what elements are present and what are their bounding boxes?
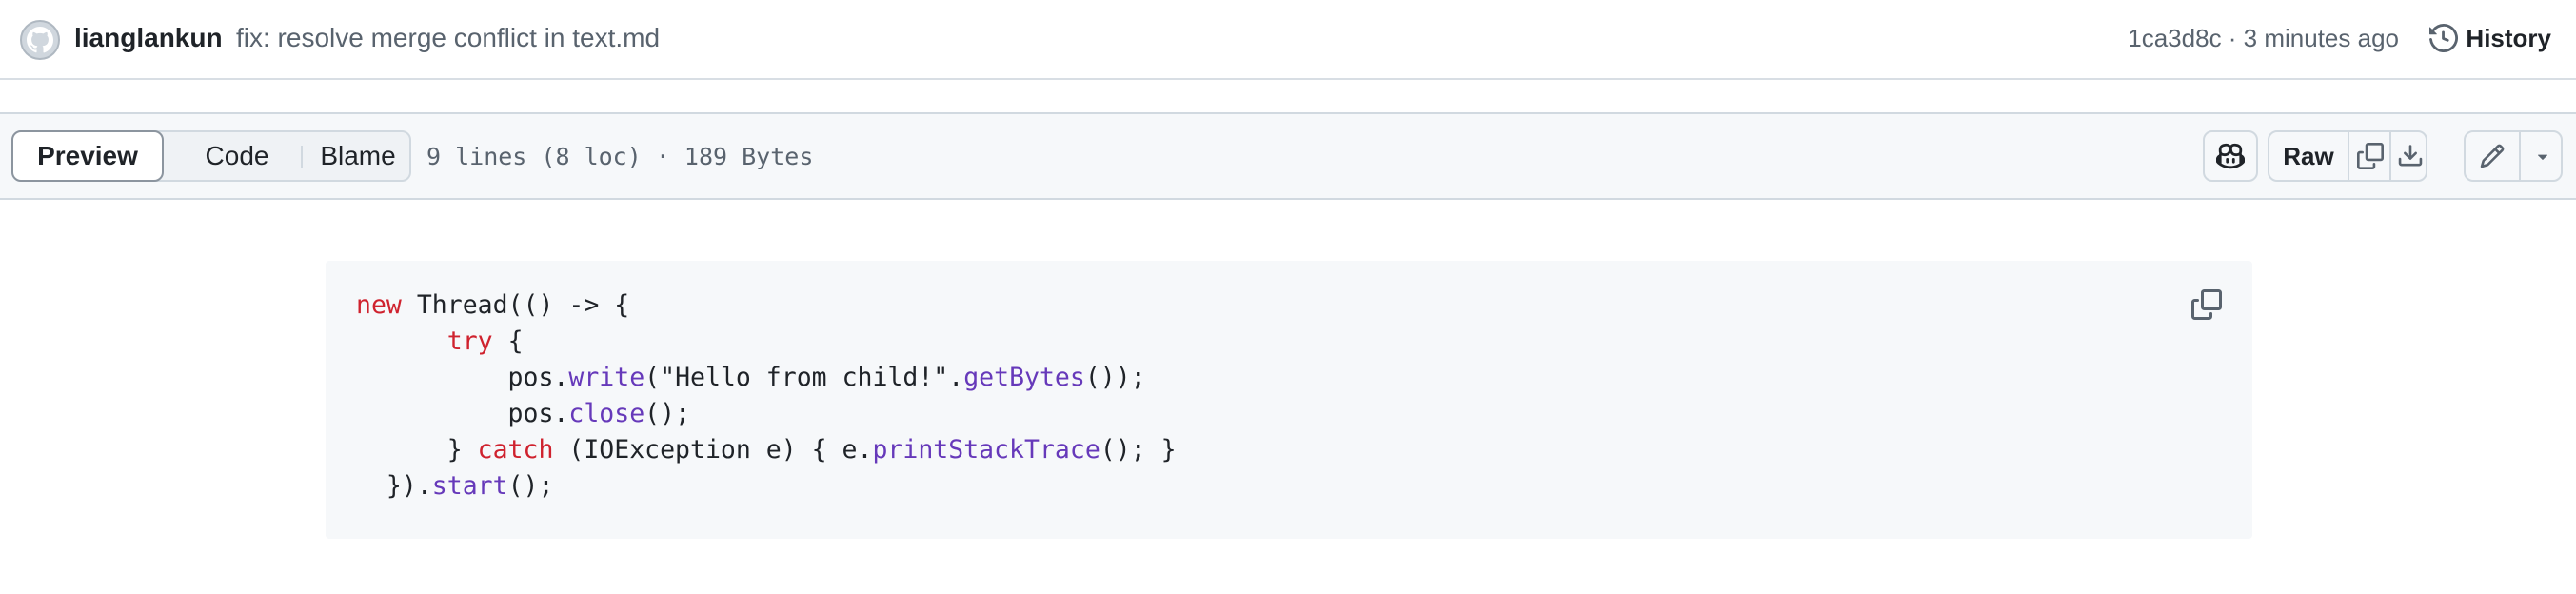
code-line: }).start(); [356,468,1177,505]
tab-preview[interactable]: Preview [11,130,164,182]
commit-author[interactable]: lianglankun [74,21,223,55]
code-text: }). [356,471,432,501]
download-raw-button[interactable] [2389,132,2429,180]
copy-icon [2357,143,2384,169]
code-line: pos.close(); [356,396,1177,432]
copy-code-button[interactable] [2188,286,2226,324]
view-mode-segmented-control: Preview Code Blame [11,130,411,182]
code-keyword: catch [477,435,554,465]
edit-button-group [2464,130,2563,182]
code-line: pos.write("Hello from child!".getBytes()… [356,360,1177,396]
code-content: new Thread(() -> { try { pos.write("Hell… [356,287,1177,505]
code-keyword: new [356,290,402,320]
code-line: new Thread(() -> { [356,287,1177,324]
code-text: (IOException e) { e. [553,435,873,465]
file-info: 9 lines (8 loc) · 189 Bytes [426,143,814,170]
download-icon [2398,145,2423,167]
code-text: (); [644,399,691,428]
code-text: pos. [356,399,569,428]
code-function: close [568,399,645,428]
tab-code[interactable]: Code [175,130,299,182]
code-line: } catch (IOException e) { e.printStackTr… [356,432,1177,468]
code-function: write [568,363,645,392]
copy-icon [2191,289,2222,320]
github-avatar-icon[interactable] [20,20,60,60]
code-block: new Thread(() -> { try { pos.write("Hell… [326,261,2252,539]
code-text: Thread(() -> { [401,290,630,320]
code-text: ()); [1084,363,1146,392]
code-function: start [431,471,508,501]
history-clock-icon [2429,24,2459,52]
pencil-icon [2480,144,2505,168]
code-text: (); [507,471,554,501]
file-toolbar: Preview Code Blame 9 lines (8 loc) · 189… [0,112,2576,200]
code-function: printStackTrace [872,435,1100,465]
code-text: } [356,435,478,465]
copy-raw-button[interactable] [2348,132,2391,180]
code-line: try { [356,324,1177,360]
code-text: { [492,327,524,356]
copilot-button[interactable] [2203,130,2258,182]
github-logo-icon [27,27,53,53]
code-text: pos. [356,363,569,392]
commit-message[interactable]: fix: resolve merge conflict in text.md [236,21,660,55]
code-text: (); } [1100,435,1177,465]
raw-button[interactable]: Raw [2269,132,2348,180]
code-text: ("Hello from child!". [644,363,964,392]
copilot-icon [2216,143,2245,169]
commit-sha-time[interactable]: 1ca3d8c · 3 minutes ago [2128,21,2399,55]
code-keyword: try [446,327,493,356]
history-label: History [2466,23,2551,52]
triangle-down-icon [2537,154,2548,160]
history-button[interactable]: History [2429,17,2551,59]
edit-file-button[interactable] [2466,132,2519,180]
commit-bar: lianglankun fix: resolve merge conflict … [0,0,2576,80]
more-edit-options-button[interactable] [2519,132,2565,180]
raw-button-group: Raw [2268,130,2427,182]
code-function: getBytes [963,363,1085,392]
tab-blame[interactable]: Blame [299,130,417,182]
